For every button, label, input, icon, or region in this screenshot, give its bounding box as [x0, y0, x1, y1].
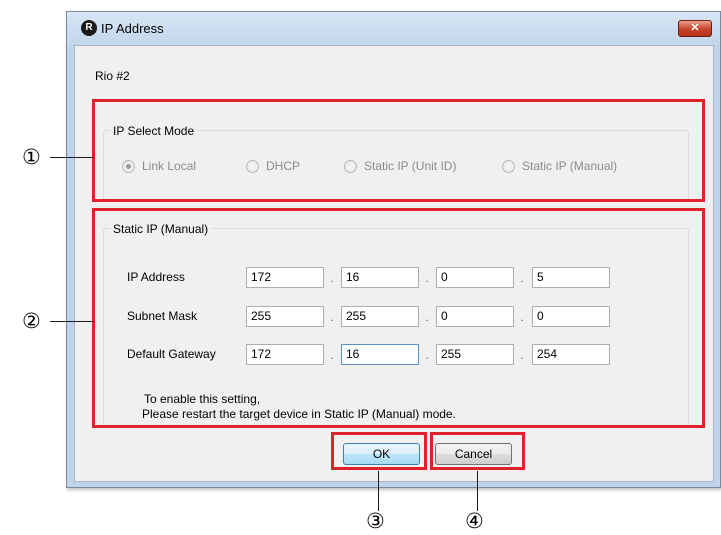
callout-number-2: ② — [22, 309, 41, 333]
close-icon: ✕ — [690, 22, 700, 34]
callout-box-ok-button — [331, 432, 427, 470]
callout-box-static-ip — [92, 208, 705, 428]
callout-leader-2 — [50, 321, 94, 322]
callout-number-1: ① — [22, 145, 41, 169]
callout-box-ip-select-mode — [92, 99, 705, 202]
callout-leader-1 — [50, 157, 94, 158]
callout-leader-3 — [378, 471, 379, 511]
window-title: IP Address — [101, 21, 164, 36]
callout-number-4: ④ — [465, 509, 484, 533]
close-button[interactable]: ✕ — [678, 20, 712, 37]
device-label: Rio #2 — [95, 69, 130, 83]
title-bar[interactable]: R IP Address ✕ — [67, 12, 720, 45]
app-logo-icon: R — [81, 20, 97, 36]
callout-number-3: ③ — [366, 509, 385, 533]
callout-leader-4 — [477, 471, 478, 511]
callout-box-cancel-button — [430, 432, 525, 470]
